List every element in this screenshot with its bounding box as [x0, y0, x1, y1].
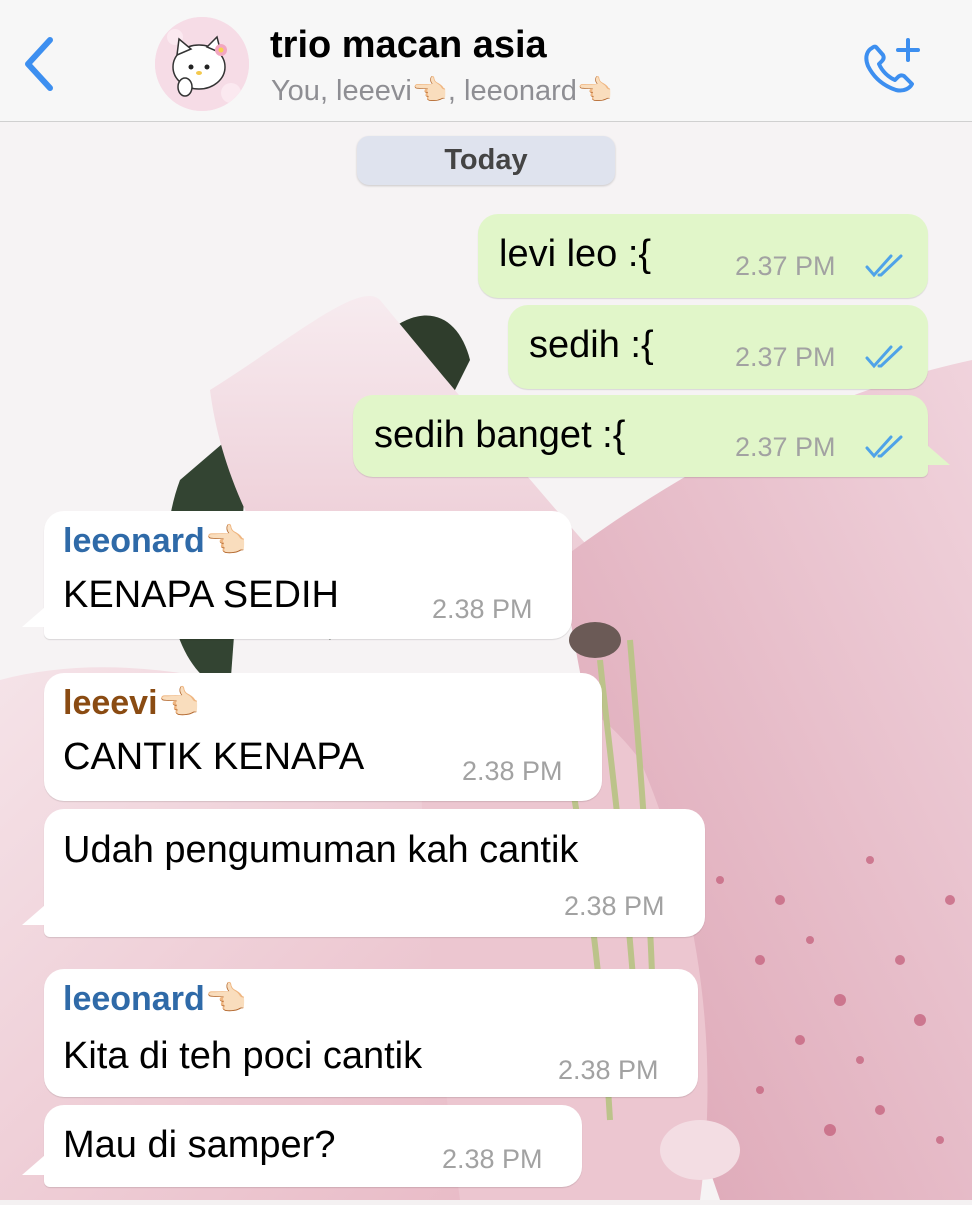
message-time: 2.37 PM	[735, 251, 836, 281]
date-separator: Today	[357, 136, 615, 185]
message-time: 2.38 PM	[558, 1055, 659, 1085]
chat-participants[interactable]: You, leeevi👈🏻, leeonard👈🏻	[271, 74, 613, 108]
group-avatar[interactable]	[155, 17, 249, 111]
message-text: sedih banget :{	[374, 414, 626, 456]
message-text: Kita di teh poci cantik	[63, 1035, 423, 1077]
incoming-message[interactable]: Udah pengumuman kah cantik 2.38 PM	[44, 809, 705, 937]
message-text: levi leo :{	[499, 233, 652, 275]
message-time: 2.38 PM	[432, 594, 533, 624]
sender-name[interactable]: leeevi👈🏻	[63, 683, 200, 723]
message-time: 2.38 PM	[442, 1144, 543, 1174]
outgoing-message[interactable]: levi leo :{ 2.37 PM	[478, 214, 928, 298]
message-time: 2.37 PM	[735, 432, 836, 462]
sender-name[interactable]: leeonard👈🏻	[63, 979, 247, 1019]
message-text: Mau di samper?	[63, 1124, 336, 1166]
read-ticks-icon	[865, 254, 903, 278]
message-time: 2.37 PM	[735, 342, 836, 372]
add-call-button[interactable]	[858, 34, 924, 96]
message-text: KENAPA SEDIH	[63, 574, 339, 616]
outgoing-message[interactable]: sedih :{ 2.37 PM	[508, 305, 928, 389]
add-call-icon	[864, 38, 920, 93]
message-time: 2.38 PM	[462, 756, 563, 786]
incoming-message[interactable]: leeonard👈🏻 Kita di teh poci cantik 2.38 …	[44, 969, 698, 1097]
incoming-message[interactable]: leeevi👈🏻 CANTIK KENAPA 2.38 PM	[44, 673, 602, 801]
message-text: sedih :{	[529, 324, 654, 366]
message-text: CANTIK KENAPA	[63, 736, 365, 778]
incoming-message[interactable]: leeonard👈🏻 KENAPA SEDIH 2.38 PM	[44, 511, 572, 639]
chevron-left-icon	[25, 37, 53, 91]
message-time: 2.38 PM	[564, 891, 665, 921]
sender-name[interactable]: leeonard👈🏻	[63, 521, 247, 561]
read-ticks-icon	[865, 435, 903, 459]
read-ticks-icon	[865, 345, 903, 369]
chat-header: trio macan asia You, leeevi👈🏻, leeonard👈…	[0, 0, 972, 122]
outgoing-message[interactable]: sedih banget :{ 2.37 PM	[353, 395, 928, 477]
back-button[interactable]	[18, 34, 62, 94]
incoming-message[interactable]: Mau di samper? 2.38 PM	[44, 1105, 582, 1187]
chat-title[interactable]: trio macan asia	[270, 24, 547, 67]
message-text: Udah pengumuman kah cantik	[63, 829, 579, 871]
